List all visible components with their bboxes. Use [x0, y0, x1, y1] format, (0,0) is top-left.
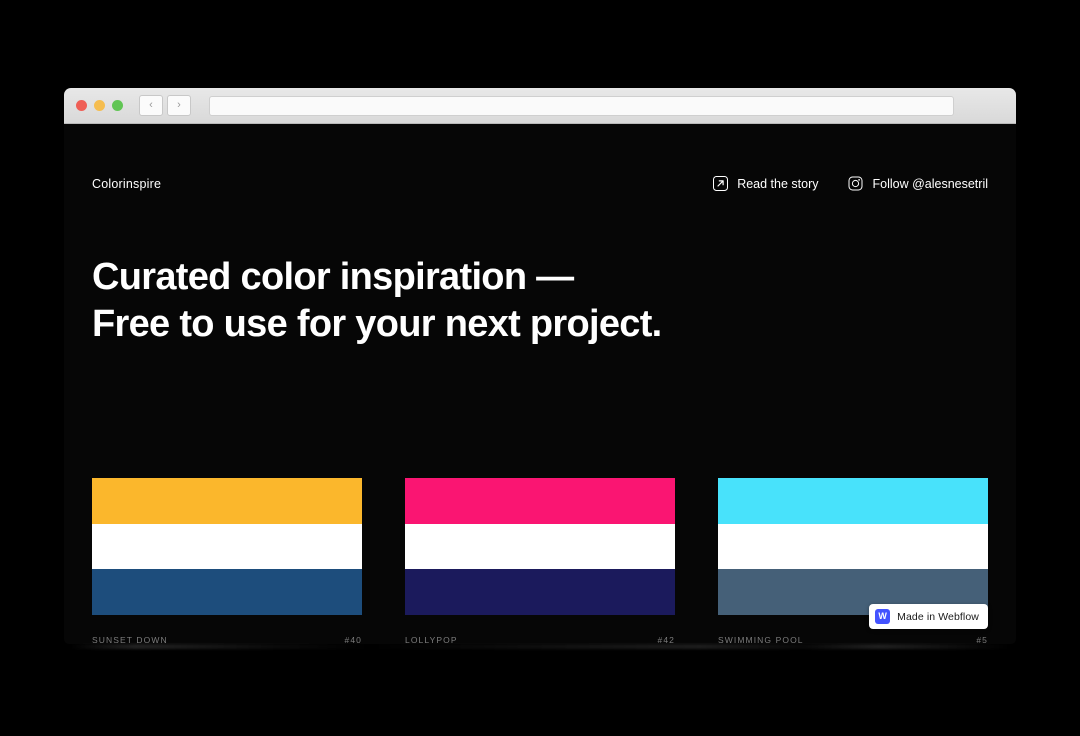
browser-titlebar: ‹ ›	[64, 88, 1016, 124]
screen: ‹ › Colorinspire Read the story Follow @…	[0, 0, 1080, 736]
page-headline: Curated color inspiration — Free to use …	[92, 256, 662, 345]
follow-instagram-link[interactable]: Follow @alesnesetril	[848, 176, 988, 191]
swatch-bottom	[92, 569, 362, 615]
swatch-bottom	[405, 569, 675, 615]
webflow-logo-icon: W	[875, 609, 891, 624]
page-content: Colorinspire Read the story Follow @ales…	[64, 124, 1016, 644]
swatch-middle	[92, 523, 362, 570]
forward-button[interactable]: ›	[167, 95, 191, 116]
palette-meta: LOLLYPOP #42	[405, 635, 675, 644]
palette-swatches	[92, 478, 362, 615]
swatch-top	[718, 478, 988, 524]
read-the-story-label: Read the story	[737, 176, 819, 191]
browser-window: ‹ › Colorinspire Read the story Follow @…	[64, 88, 1016, 644]
window-shadow	[70, 644, 1010, 649]
close-window-button[interactable]	[76, 100, 87, 111]
swatch-middle	[718, 523, 988, 570]
palette-grid: SUNSET DOWN #40 LOLLYPOP #42 SWIMMING PO…	[92, 478, 988, 644]
url-input[interactable]	[209, 95, 954, 116]
palette-card[interactable]: SUNSET DOWN #40	[92, 478, 362, 644]
read-the-story-link[interactable]: Read the story	[713, 176, 818, 191]
palette-name: SWIMMING POOL	[718, 635, 804, 644]
palette-number: #42	[657, 635, 675, 644]
made-in-webflow-badge[interactable]: W Made in Webflow	[869, 604, 988, 629]
swatch-middle	[405, 523, 675, 570]
palette-swatches	[718, 478, 988, 615]
palette-number: #40	[344, 635, 362, 644]
swatch-top	[92, 478, 362, 524]
back-button[interactable]: ‹	[139, 95, 163, 116]
swatch-top	[405, 478, 675, 524]
browser-nav-buttons: ‹ ›	[139, 95, 191, 116]
minimize-window-button[interactable]	[94, 100, 105, 111]
palette-name: LOLLYPOP	[405, 635, 458, 644]
palette-meta: SUNSET DOWN #40	[92, 635, 362, 644]
palette-name: SUNSET DOWN	[92, 635, 168, 644]
palette-number: #5	[976, 635, 988, 644]
follow-instagram-label: Follow @alesnesetril	[872, 176, 988, 191]
traffic-lights	[76, 100, 123, 111]
brand-logo[interactable]: Colorinspire	[92, 177, 161, 191]
instagram-icon	[848, 176, 863, 191]
made-in-webflow-label: Made in Webflow	[897, 610, 979, 623]
maximize-window-button[interactable]	[112, 100, 123, 111]
site-header: Colorinspire Read the story Follow @ales…	[92, 124, 988, 191]
header-links: Read the story Follow @alesnesetril	[713, 176, 988, 191]
palette-meta: SWIMMING POOL #5	[718, 635, 988, 644]
palette-card[interactable]: LOLLYPOP #42	[405, 478, 675, 644]
external-link-icon	[713, 176, 729, 191]
palette-swatches	[405, 478, 675, 615]
